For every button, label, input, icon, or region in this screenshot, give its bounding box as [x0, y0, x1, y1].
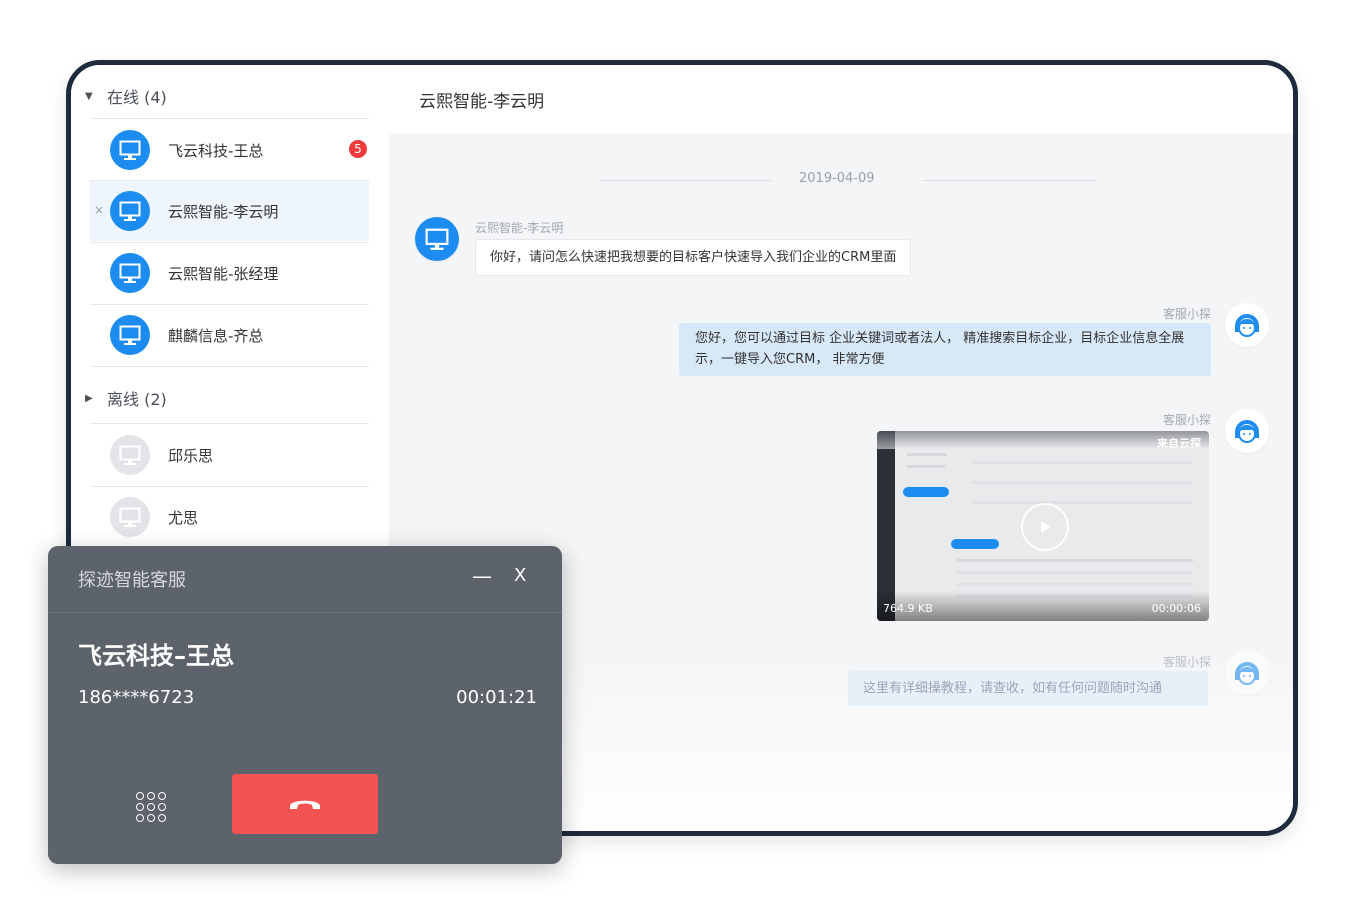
chat-title: 云熙智能-李云明 — [419, 91, 545, 112]
contact-name: 飞云科技-王总 — [168, 141, 264, 160]
contact-item-qilin-qi[interactable]: 麒麟信息-齐总 — [90, 305, 369, 365]
message-bubble: 你好，请问怎么快速把我想要的目标客户快速导入我们企业的CRM里面 — [475, 239, 912, 276]
contact-item-qiu[interactable]: 邱乐思 — [90, 425, 369, 485]
message-sender: 客服小探 — [1162, 413, 1211, 427]
message-bubble: 您好，您可以通过目标 企业关键词或者法人， 精准搜索目标企业，目标企业信息全展示… — [679, 323, 1211, 376]
video-message[interactable]: 来自云探 764.9 KB 00:00:06 — [877, 431, 1209, 621]
video-thumb-row — [907, 465, 945, 468]
offline-group-header[interactable]: ▶ 离线 (2) — [85, 383, 167, 413]
contact-item-yunxi-li[interactable]: × 云熙智能-李云明 — [90, 181, 369, 241]
contact-item-feiyun-wang[interactable]: 飞云科技-王总 5 — [90, 120, 369, 180]
video-size: 764.9 KB — [883, 602, 933, 615]
message-sender: 云熙智能-李云明 — [475, 221, 564, 235]
contact-name: 邱乐思 — [168, 446, 214, 465]
message-sender: 客服小探 — [1162, 655, 1211, 669]
video-thumb-row — [957, 583, 1193, 586]
agent-headset-icon — [1225, 303, 1269, 347]
expand-triangle-icon: ▶ — [85, 392, 93, 404]
divider — [90, 423, 369, 424]
message-sender: 客服小探 — [1162, 307, 1211, 321]
monitor-icon — [110, 191, 150, 231]
keypad-icon[interactable] — [136, 792, 166, 822]
monitor-icon — [110, 315, 150, 355]
call-panel: 探迹智能客服 — X 飞云科技–王总 186****6723 00:01:21 — [48, 546, 562, 864]
contact-item-yunxi-zhang[interactable]: 云熙智能-张经理 — [90, 243, 369, 303]
contact-name: 尤思 — [168, 508, 199, 527]
divider — [90, 366, 369, 367]
call-panel-title: 探迹智能客服 — [78, 570, 186, 591]
contact-item-you[interactable]: 尤思 — [90, 487, 369, 547]
monitor-icon — [110, 435, 150, 475]
message-bubble: 这里有详细操教程，请查收，如有任何问题随时沟通 — [848, 671, 1208, 706]
contact-name: 云熙智能-张经理 — [168, 264, 279, 283]
video-thumb-row — [973, 461, 1193, 464]
caller-phone: 186****6723 — [78, 687, 195, 708]
video-thumb-row — [957, 571, 1193, 574]
date-separator: 2019-04-09 — [799, 171, 875, 186]
date-divider-right — [924, 180, 1096, 181]
close-icon[interactable]: × — [94, 203, 104, 217]
collapse-triangle-icon: ▼ — [85, 90, 93, 102]
call-timer: 00:01:21 — [456, 687, 537, 708]
minimize-button[interactable]: — — [472, 564, 492, 588]
phone-hangup-icon — [290, 800, 320, 809]
agent-headset-icon — [1225, 409, 1269, 453]
agent-headset-icon — [1225, 651, 1269, 695]
divider — [48, 612, 562, 613]
video-thumb-row — [957, 559, 1193, 562]
contact-name: 麒麟信息-齐总 — [168, 326, 264, 345]
hangup-button[interactable] — [232, 774, 378, 834]
video-brand: 来自云探 — [1157, 437, 1201, 450]
date-divider-left — [599, 180, 771, 181]
video-thumb-button — [903, 487, 949, 497]
unread-badge: 5 — [349, 140, 367, 158]
online-group-header[interactable]: ▼ 在线 (4) — [85, 81, 167, 111]
monitor-icon — [415, 217, 459, 261]
offline-group-label: 离线 (2) — [107, 390, 167, 409]
video-thumb-row — [907, 453, 947, 456]
monitor-icon — [110, 130, 150, 170]
online-group-label: 在线 (4) — [107, 88, 167, 107]
close-button[interactable]: X — [514, 565, 526, 586]
chat-header: 云熙智能-李云明 — [389, 65, 1293, 133]
contact-name: 云熙智能-李云明 — [168, 202, 279, 221]
video-thumb-row — [973, 481, 1193, 484]
video-thumb-row — [973, 501, 1193, 504]
divider — [90, 118, 369, 119]
monitor-icon — [110, 497, 150, 537]
play-icon[interactable] — [1021, 503, 1069, 551]
caller-name: 飞云科技–王总 — [78, 642, 234, 670]
video-duration: 00:00:06 — [1151, 602, 1201, 615]
video-thumb-button — [951, 539, 999, 549]
monitor-icon — [110, 253, 150, 293]
